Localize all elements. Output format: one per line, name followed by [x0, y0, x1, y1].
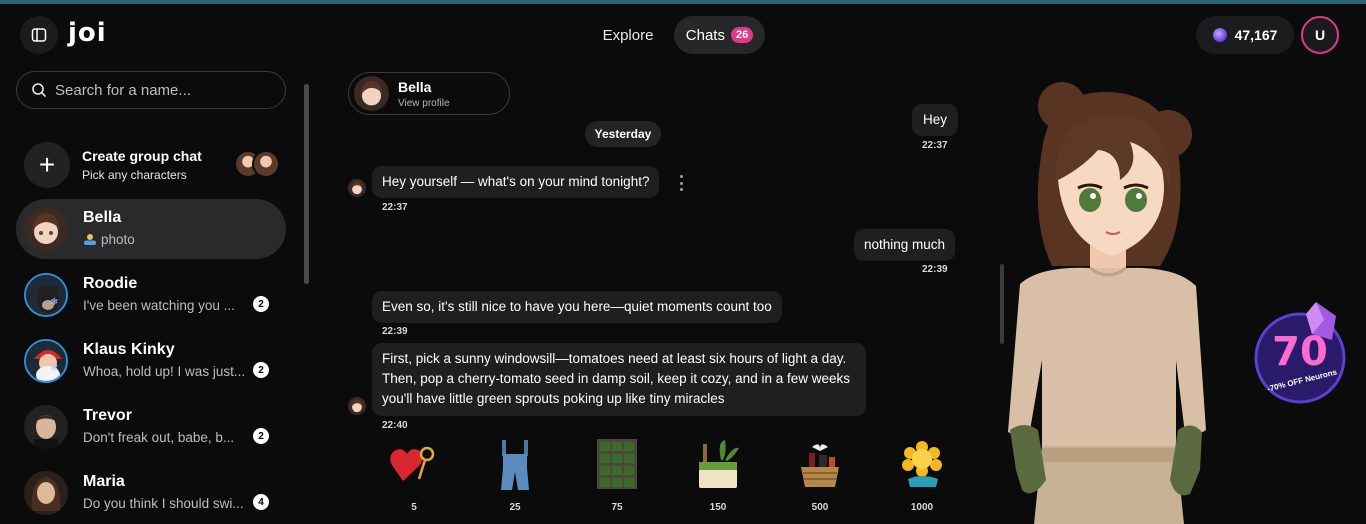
garden-kit-icon [693, 438, 743, 490]
chat-name: Trevor [83, 407, 132, 424]
chat-preview: I've been watching you ... [83, 298, 235, 313]
avatar [348, 397, 366, 415]
gift-garden-kit[interactable]: 150 [688, 436, 748, 516]
chat-item-bella[interactable]: Bella photo [16, 199, 286, 259]
search-box[interactable] [16, 71, 286, 109]
gift-price: 5 [411, 502, 417, 513]
avatar [354, 76, 389, 111]
group-avatars [234, 150, 280, 180]
message-time: 22:40 [382, 420, 408, 431]
neurons-balance: 47,167 [1234, 27, 1278, 43]
chat-item-klaus-kinky[interactable]: ❄ Klaus Kinky Whoa, hold up! I was just.… [16, 331, 286, 391]
message-time: 22:39 [382, 326, 408, 337]
gift-price: 1000 [910, 502, 934, 513]
unread-count: 2 [253, 296, 269, 312]
avatar [24, 405, 68, 449]
chat-item-maria[interactable]: Maria Do you think I should swi... 4 [16, 463, 286, 523]
gift-basket[interactable]: 500 [790, 436, 850, 516]
app-logo[interactable]: joi [68, 18, 107, 48]
view-profile-button[interactable]: Bella View profile [348, 72, 510, 115]
avatar [252, 150, 280, 178]
nav-chats[interactable]: Chats 26 [674, 16, 765, 54]
promo-badge[interactable]: 70 -70% OFF Neurons [1254, 300, 1350, 406]
chat-item-trevor[interactable]: Trevor Don't freak out, babe, b... 2 [16, 397, 286, 457]
sidebar-scrollbar[interactable] [304, 84, 309, 284]
group-chat-subtitle: Pick any characters [82, 168, 187, 182]
gift-bar: 5 25 75 150 500 1000 [364, 436, 974, 516]
message-options-icon[interactable] [678, 175, 684, 191]
search-input[interactable] [55, 81, 275, 99]
message-time: 22:39 [922, 264, 948, 275]
nav-explore[interactable]: Explore [590, 17, 666, 53]
user-initial: U [1314, 27, 1326, 43]
chat-name: Klaus Kinky [83, 341, 175, 358]
promo-number: 70 [1272, 329, 1328, 375]
chat-name: Bella [83, 209, 122, 226]
chat-preview: Don't freak out, babe, b... [83, 430, 235, 445]
chat-item-roodie[interactable]: ❄ Roodie I've been watching you ... 2 [16, 265, 286, 325]
chat-name: Roodie [83, 275, 138, 292]
unread-count: 2 [253, 362, 269, 378]
snowflake-icon: ❄ [50, 363, 59, 374]
gift-heart-lock[interactable]: 5 [384, 436, 444, 516]
gift-sunflower[interactable]: 1000 [892, 436, 952, 516]
snowflake-icon: ❄ [50, 297, 59, 308]
profile-name: Bella [398, 79, 432, 95]
view-profile-link: View profile [398, 98, 450, 109]
avatar [24, 471, 68, 515]
nav-chats-label: Chats [685, 26, 725, 44]
plus-icon: + [24, 142, 70, 188]
header: joi Explore Chats 26 47,167 U [0, 4, 1366, 66]
create-group-chat[interactable]: + Create group chat Pick any characters [16, 136, 286, 194]
avatar [348, 179, 366, 197]
gift-overalls[interactable]: 25 [485, 436, 545, 516]
photo-icon [83, 233, 97, 245]
unread-count: 2 [253, 428, 269, 444]
character-illustration [1008, 82, 1206, 524]
chat-preview: photo [83, 232, 135, 247]
group-chat-title: Create group chat [82, 148, 202, 164]
neurons-balance-button[interactable]: 47,167 [1196, 16, 1294, 54]
overalls-icon [490, 438, 540, 490]
user-avatar[interactable]: U [1301, 16, 1339, 54]
message-time: 22:37 [382, 202, 408, 213]
bot-message: Even so, it's still nice to have you her… [372, 291, 782, 323]
bot-message: Hey yourself — what's on your mind tonig… [372, 166, 660, 198]
gift-price: 75 [611, 502, 623, 513]
avatar [24, 207, 68, 251]
chat-preview: Do you think I should swi... [83, 496, 244, 511]
chats-count-badge: 26 [730, 27, 754, 43]
avatar [24, 339, 68, 383]
user-message: Hey [912, 104, 959, 136]
heart-lock-icon [389, 438, 439, 490]
bot-message: First, pick a sunny windowsill—tomatoes … [372, 343, 866, 416]
user-message: nothing much [854, 229, 956, 261]
date-divider: Yesterday [585, 121, 661, 147]
gift-basket-icon [795, 438, 845, 490]
gift-price: 25 [509, 502, 521, 513]
gift-price: 500 [811, 502, 829, 513]
chat-name: Maria [83, 473, 125, 490]
sidebar-toggle-button[interactable] [20, 16, 58, 54]
gift-seed-tray[interactable]: 75 [587, 436, 647, 516]
chat-preview: Whoa, hold up! I was just... [83, 364, 246, 379]
search-icon [32, 83, 46, 97]
neuron-icon [1212, 28, 1227, 42]
avatar [24, 273, 68, 317]
sunflower-icon [897, 438, 947, 490]
sidebar-panel-icon [31, 28, 47, 42]
gift-price: 150 [709, 502, 727, 513]
message-time: 22:37 [922, 140, 948, 151]
seed-tray-icon [592, 438, 642, 490]
unread-count: 4 [253, 494, 269, 510]
